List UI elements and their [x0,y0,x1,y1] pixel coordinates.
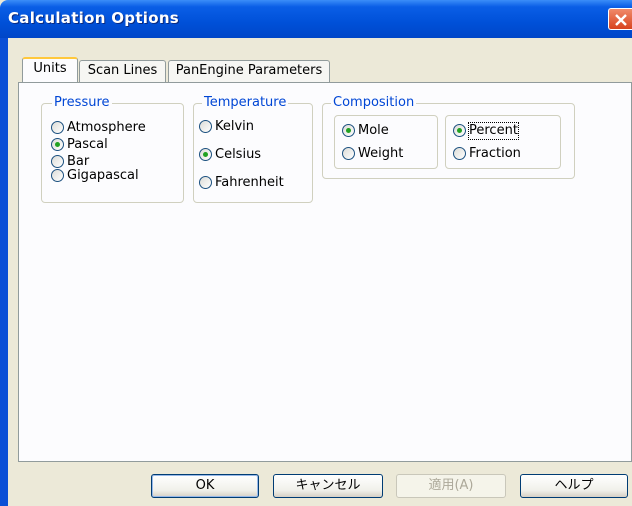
ok-button[interactable]: OK [151,474,259,498]
window-title: Calculation Options [8,9,180,27]
composition-basis-group: Mole Weight [334,115,438,169]
calculation-options-dialog: Calculation Options Units Scan Lines Pan… [0,0,632,506]
help-button[interactable]: ヘルプ [520,474,628,498]
tab-label: Units [33,61,67,76]
radio-circle-selected [199,148,212,161]
radio-circle [342,147,355,160]
tab-panengine-parameters[interactable]: PanEngine Parameters [168,60,330,82]
radio-circle-selected [51,138,64,151]
window-frame [0,38,8,506]
pressure-legend: Pressure [52,95,112,111]
radio-circle-selected [453,124,466,137]
radio-circle [199,176,212,189]
radio-label: Weight [358,146,404,161]
tab-label: PanEngine Parameters [175,63,323,78]
radio-label: Percent [468,122,519,140]
radio-label: Kelvin [215,119,255,134]
cancel-button[interactable]: キャンセル [273,474,383,498]
close-button[interactable] [608,8,632,30]
temperature-legend: Temperature [202,95,289,111]
radio-circle-selected [342,124,355,137]
title-bar[interactable]: Calculation Options [0,0,632,38]
radio-label: Atmosphere [67,120,146,135]
radio-circle [51,155,64,168]
pressure-group: Pressure Atmosphere Pascal Bar Gigapasca… [41,95,184,203]
radio-circle [51,169,64,182]
temperature-group: Temperature Kelvin Celsius Fahrenheit [193,95,313,203]
radio-label: Celsius [215,147,262,162]
radio-label: Fahrenheit [215,175,284,190]
radio-label: Mole [358,123,389,138]
composition-legend: Composition [331,95,417,111]
composition-group: Composition Mole Weight Percent Fraction [322,95,575,179]
tab-units[interactable]: Units [22,57,78,82]
radio-circle [51,121,64,134]
tab-label: Scan Lines [87,63,158,78]
tab-scan-lines[interactable]: Scan Lines [79,60,166,82]
radio-circle [453,147,466,160]
radio-label: Gigapascal [67,168,139,183]
units-tab-panel: Pressure Atmosphere Pascal Bar Gigapasca… [18,82,632,462]
radio-circle [199,120,212,133]
apply-button[interactable]: 適用(A) [396,474,506,498]
composition-form-group: Percent Fraction [445,115,561,169]
radio-label: Fraction [469,146,521,161]
radio-label: Pascal [67,137,108,152]
